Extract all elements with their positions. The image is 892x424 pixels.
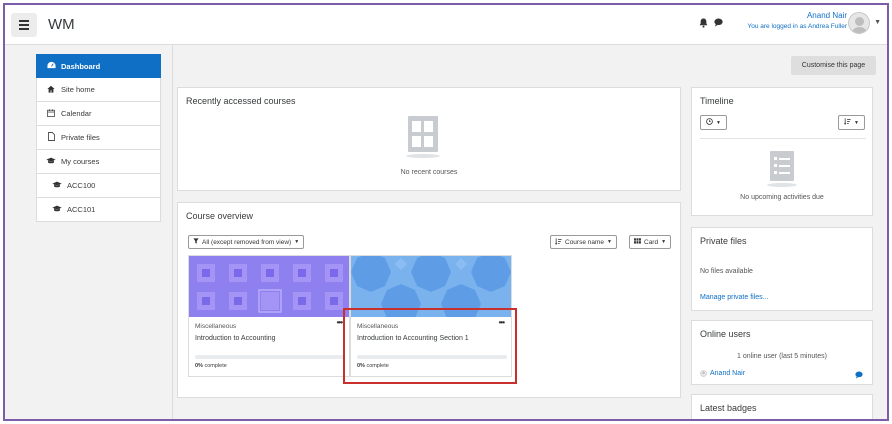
customise-page-button[interactable]: Customise this page — [791, 56, 876, 75]
chevron-down-icon: ▼ — [854, 119, 859, 126]
nav-list: Dashboard Site home Calendar Private fil… — [36, 54, 161, 222]
block-title: Recently accessed courses — [186, 96, 296, 106]
timeline-filter-dropdown[interactable]: ▼ — [700, 115, 727, 130]
more-options-icon[interactable]: ••• — [337, 318, 343, 327]
block-title: Course overview — [186, 211, 254, 221]
view-label: Card — [644, 238, 659, 246]
app-window: WM Anand Nair You are logged in as Andre… — [3, 3, 889, 421]
login-as-note[interactable]: You are logged in as Andrea Fuller — [748, 21, 848, 32]
block-title: Private files — [700, 236, 747, 246]
sort-icon — [844, 118, 851, 127]
block-title: Timeline — [700, 96, 734, 106]
timeline-placeholder-icon — [767, 151, 797, 187]
course-card[interactable]: Miscellaneous Introduction to Accounting… — [188, 255, 350, 377]
chevron-down-icon[interactable]: ▼ — [874, 19, 881, 26]
online-users-block: Online users 1 online user (last 5 minut… — [691, 320, 873, 385]
sidebar-item-label: Calendar — [61, 109, 92, 118]
filter-icon — [193, 238, 199, 246]
message-icon[interactable] — [855, 366, 863, 384]
menu-bar — [19, 28, 29, 30]
grid-icon — [634, 238, 641, 246]
courses-placeholder-icon — [406, 116, 440, 158]
progress-percent: 0% — [195, 363, 203, 369]
avatar[interactable] — [848, 12, 870, 34]
sidebar-item-label: Private files — [61, 133, 100, 142]
highlight-box — [343, 308, 517, 384]
online-user-name[interactable]: Anand Nair — [710, 370, 745, 377]
course-category: Miscellaneous — [195, 323, 237, 330]
graduation-cap-icon — [51, 181, 63, 190]
sort-dropdown[interactable]: Course name ▼ — [550, 235, 617, 249]
block-title: Latest badges — [700, 403, 757, 413]
bell-icon[interactable] — [699, 18, 708, 31]
dashboard-icon — [45, 61, 57, 71]
sidebar-item-label: My courses — [61, 157, 100, 166]
progress-text: 0% complete — [195, 363, 227, 369]
progress-suffix: complete — [202, 363, 227, 369]
sidebar-item-label: ACC100 — [67, 181, 96, 190]
navbar: WM Anand Nair You are logged in as Andre… — [5, 5, 887, 45]
user-name[interactable]: Anand Nair — [748, 10, 847, 21]
clock-icon — [706, 118, 713, 127]
chevron-down-icon: ▼ — [716, 119, 721, 126]
sidebar-item-private-files[interactable]: Private files — [36, 126, 161, 150]
sidebar-item-label: Site home — [61, 85, 95, 94]
latest-badges-block: Latest badges — [691, 394, 873, 419]
sort-label: Course name — [565, 238, 605, 246]
divider — [700, 138, 866, 139]
site-brand[interactable]: WM — [48, 16, 75, 33]
home-icon — [45, 85, 57, 95]
menu-bar — [19, 20, 29, 22]
calendar-icon — [45, 108, 57, 119]
sidebar-item-site-home[interactable]: Site home — [36, 78, 161, 102]
menu-toggle-button[interactable] — [11, 13, 37, 37]
graduation-cap-icon — [45, 157, 57, 166]
chat-icon[interactable] — [714, 18, 723, 30]
private-files-block: Private files No files available Manage … — [691, 227, 873, 311]
user-menu[interactable]: Anand Nair You are logged in as Andrea F… — [748, 10, 848, 32]
sidebar-item-label: Dashboard — [61, 61, 101, 71]
chevron-down-icon: ▼ — [607, 239, 612, 245]
sidebar-item-calendar[interactable]: Calendar — [36, 102, 161, 126]
manage-private-files-link[interactable]: Manage private files... — [700, 294, 768, 301]
course-name[interactable]: Introduction to Accounting — [195, 335, 276, 342]
course-image[interactable] — [189, 256, 349, 317]
chevron-down-icon: ▼ — [294, 239, 300, 245]
sort-icon — [555, 237, 562, 247]
empty-message: No files available — [700, 268, 753, 275]
sidebar-item-label: ACC101 — [67, 205, 96, 214]
nav-drawer: Dashboard Site home Calendar Private fil… — [5, 45, 173, 419]
timeline-sort-dropdown[interactable]: ▼ — [838, 115, 865, 130]
empty-message: No upcoming activities due — [740, 194, 824, 201]
online-user-row[interactable]: Anand Nair — [700, 364, 745, 382]
file-icon — [45, 132, 57, 143]
chevron-down-icon: ▼ — [661, 239, 667, 245]
sidebar-item-dashboard[interactable]: Dashboard — [36, 54, 161, 78]
graduation-cap-icon — [51, 205, 63, 214]
online-summary: 1 online user (last 5 minutes) — [737, 353, 827, 360]
sidebar-item-acc101[interactable]: ACC101 — [36, 198, 161, 222]
recent-courses-block: Recently accessed courses No recent cour… — [177, 87, 681, 191]
progress-bar — [195, 355, 345, 359]
user-avatar-icon — [700, 364, 707, 382]
empty-message: No recent courses — [400, 169, 458, 176]
sidebar-item-my-courses[interactable]: My courses — [36, 150, 161, 174]
view-dropdown[interactable]: Card ▼ — [629, 235, 672, 249]
course-filter-dropdown[interactable]: All (except removed from view) ▼ — [188, 235, 305, 249]
sidebar-item-acc100[interactable]: ACC100 — [36, 174, 161, 198]
timeline-block: Timeline ▼ ▼ No upcoming activities due — [691, 87, 873, 216]
block-title: Online users — [700, 329, 751, 339]
menu-bar — [19, 24, 29, 26]
filter-label: All (except removed from view) — [202, 238, 292, 246]
